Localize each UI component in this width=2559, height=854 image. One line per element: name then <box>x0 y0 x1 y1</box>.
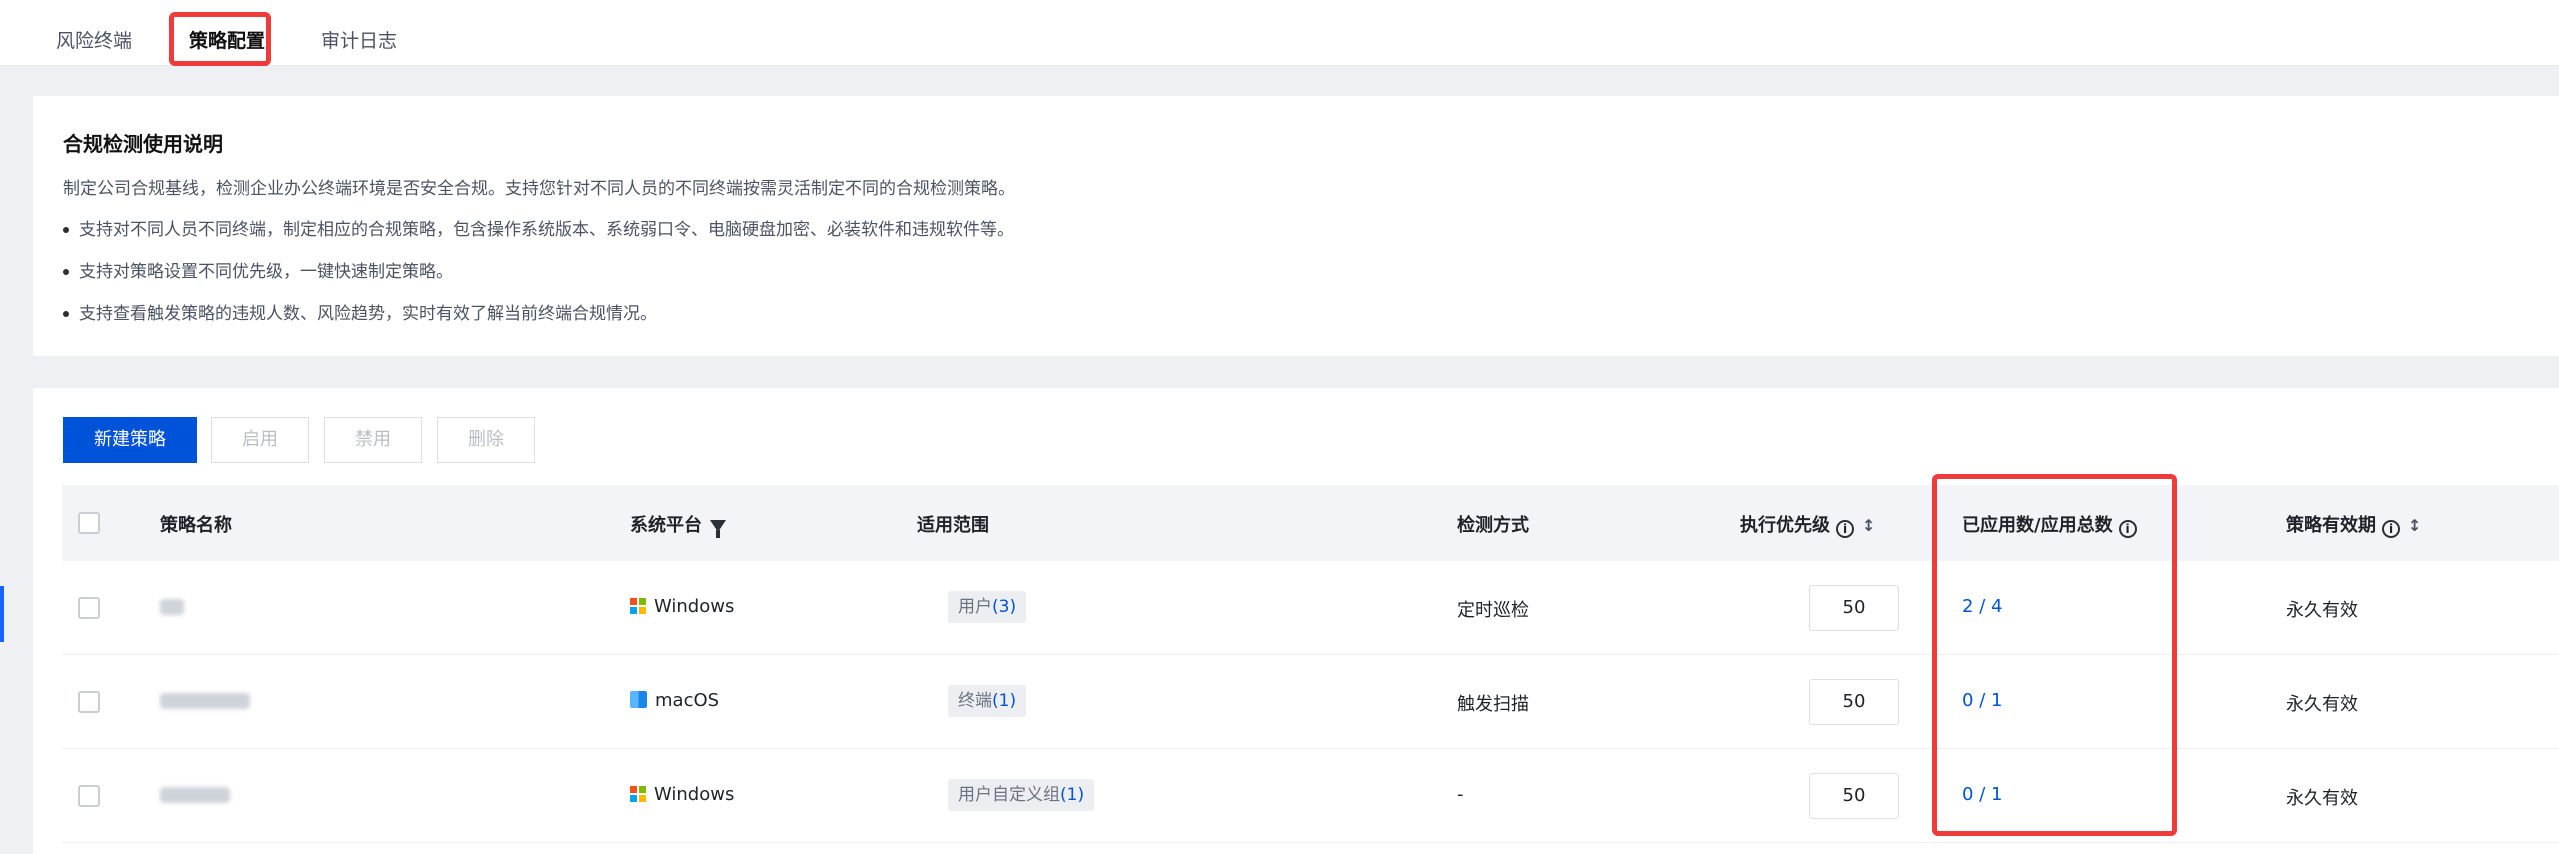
row-checkbox[interactable] <box>78 785 100 807</box>
new-policy-button[interactable]: 新建策略 <box>63 417 197 463</box>
tab-audit-log[interactable]: 审计日志 <box>321 26 397 56</box>
header-scope: 适用范围 <box>917 515 989 536</box>
row-checkbox[interactable] <box>78 691 100 713</box>
bullet-dot <box>63 269 69 275</box>
validity-cell: 永久有效 <box>2286 788 2358 809</box>
bullet-dot <box>63 311 69 317</box>
bullet-dot <box>63 227 69 233</box>
scope-label: 用户 <box>958 597 992 617</box>
platform-cell: Windows <box>630 784 734 805</box>
scope-count: (3) <box>992 597 1017 617</box>
table-row[interactable]: Windows 用户(3) 定时巡检 50 2 / 4 永久有效 <box>62 561 2559 655</box>
platform-label: macOS <box>655 690 720 711</box>
header-priority-label: 执行优先级 <box>1740 515 1830 536</box>
redacted-policy-name[interactable] <box>160 787 230 803</box>
scroll-indicator <box>0 586 4 642</box>
scope-count: (1) <box>992 691 1017 711</box>
info-bullet: 支持查看触发策略的违规人数、风险趋势，实时有效了解当前终端合规情况。 <box>63 299 657 324</box>
info-icon[interactable]: i <box>2382 520 2400 538</box>
info-bullet: 支持对不同人员不同终端，制定相应的合规策略，包含操作系统版本、系统弱口令、电脑硬… <box>63 215 1014 240</box>
platform-cell: Windows <box>630 596 734 617</box>
redacted-policy-name[interactable] <box>160 693 250 709</box>
policy-list-card: 新建策略 启用 禁用 删除 策略名称 系统平台 适用范围 检测方式 执行优先级 i… <box>33 388 2559 854</box>
scope-label: 终端 <box>958 691 992 711</box>
info-title: 合规检测使用说明 <box>63 132 223 156</box>
info-icon[interactable]: i <box>1836 520 1854 538</box>
highlight-box <box>1932 474 2177 836</box>
highlight-box <box>169 12 271 66</box>
info-bullet: 支持对策略设置不同优先级，一键快速制定策略。 <box>63 257 453 282</box>
platform-cell: macOS <box>630 690 719 711</box>
disable-button[interactable]: 禁用 <box>324 417 422 463</box>
info-description: 制定公司合规基线，检测企业办公终端环境是否安全合规。支持您针对不同人员的不同终端… <box>63 179 1015 199</box>
header-priority[interactable]: 执行优先级 i ↕ <box>1740 511 1875 538</box>
scope-tag[interactable]: 终端(1) <box>948 685 1027 717</box>
sort-icon[interactable]: ↕ <box>2408 516 2421 535</box>
bullet-text: 支持查看触发策略的违规人数、风险趋势，实时有效了解当前终端合规情况。 <box>79 304 657 324</box>
header-method: 检测方式 <box>1457 515 1529 536</box>
header-validity[interactable]: 策略有效期 i ↕ <box>2286 511 2421 538</box>
select-all-checkbox[interactable] <box>78 512 100 534</box>
validity-cell: 永久有效 <box>2286 600 2358 621</box>
method-cell: - <box>1457 784 1464 805</box>
method-cell: 触发扫描 <box>1457 694 1529 715</box>
priority-input[interactable]: 50 <box>1809 585 1899 631</box>
bullet-text: 支持对不同人员不同终端，制定相应的合规策略，包含操作系统版本、系统弱口令、电脑硬… <box>79 220 1014 240</box>
header-platform[interactable]: 系统平台 <box>630 511 726 538</box>
scope-count: (1) <box>1060 785 1085 805</box>
delete-button[interactable]: 删除 <box>437 417 535 463</box>
tab-policy-config[interactable]: 策略配置 <box>169 12 271 66</box>
table-row[interactable]: Windows 用户自定义组(1) - 50 0 / 1 永久有效 <box>62 749 2559 843</box>
table-header: 策略名称 系统平台 适用范围 检测方式 执行优先级 i ↕ 已应用数/应用总数 i 策… <box>62 485 2559 561</box>
macos-icon <box>630 691 647 708</box>
scope-label: 用户自定义组 <box>958 785 1060 805</box>
validity-cell: 永久有效 <box>2286 694 2358 715</box>
header-name: 策略名称 <box>160 515 232 536</box>
method-cell: 定时巡检 <box>1457 600 1529 621</box>
row-checkbox[interactable] <box>78 597 100 619</box>
tab-bar: 风险终端 策略配置 审计日志 <box>0 0 2559 66</box>
platform-label: Windows <box>654 784 735 805</box>
platform-label: Windows <box>654 596 735 617</box>
filter-icon[interactable] <box>710 520 726 538</box>
header-platform-label: 系统平台 <box>630 515 702 536</box>
sort-icon[interactable]: ↕ <box>1862 516 1875 535</box>
scope-tag[interactable]: 用户(3) <box>948 591 1027 623</box>
header-validity-label: 策略有效期 <box>2286 515 2376 536</box>
enable-button[interactable]: 启用 <box>211 417 309 463</box>
priority-input[interactable]: 50 <box>1809 679 1899 725</box>
table-row[interactable]: macOS 终端(1) 触发扫描 50 0 / 1 永久有效 <box>62 655 2559 749</box>
tab-risk-terminals[interactable]: 风险终端 <box>56 26 132 56</box>
priority-input[interactable]: 50 <box>1809 773 1899 819</box>
windows-icon <box>630 786 646 802</box>
redacted-policy-name[interactable] <box>160 599 184 615</box>
windows-icon <box>630 598 646 614</box>
usage-info-card: 合规检测使用说明 制定公司合规基线，检测企业办公终端环境是否安全合规。支持您针对… <box>33 96 2559 356</box>
bullet-text: 支持对策略设置不同优先级，一键快速制定策略。 <box>79 262 453 282</box>
scope-tag[interactable]: 用户自定义组(1) <box>948 779 1095 811</box>
